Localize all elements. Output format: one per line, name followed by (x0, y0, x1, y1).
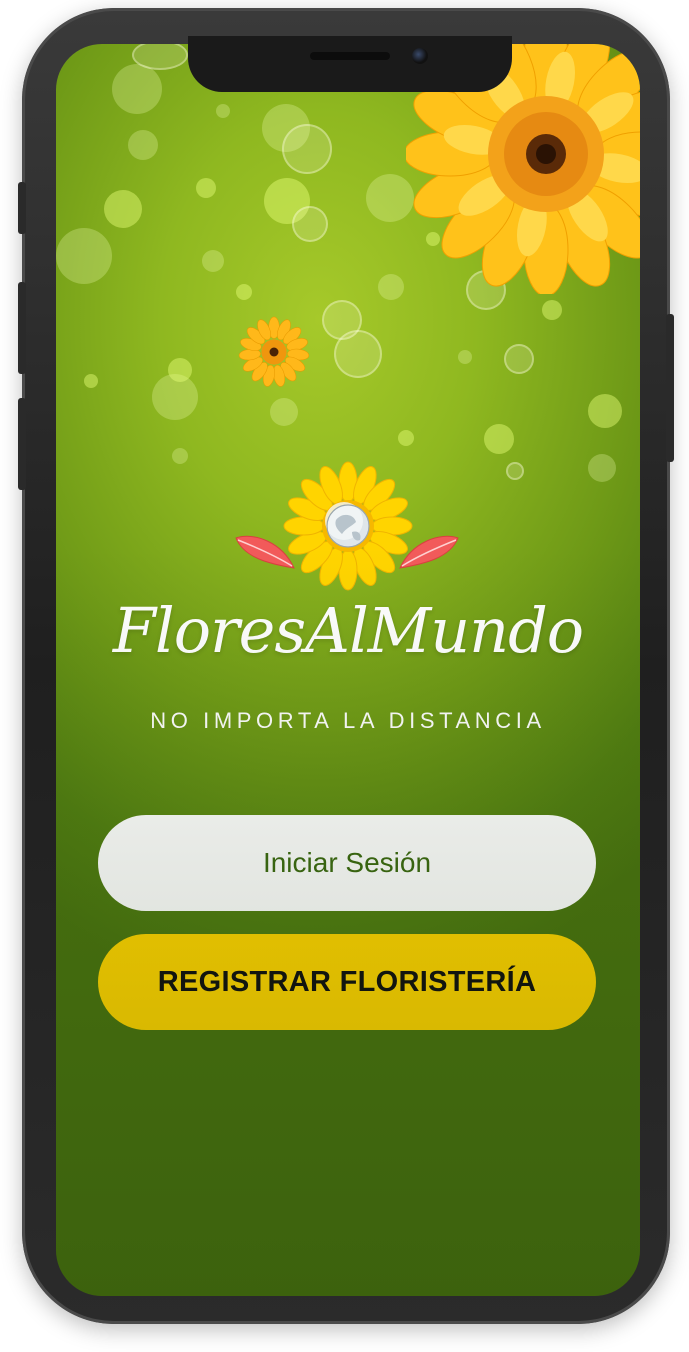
bokeh-light (132, 44, 188, 70)
login-button[interactable]: Iniciar Sesión (98, 815, 596, 911)
bokeh-light (112, 64, 162, 114)
bokeh-light (262, 104, 310, 152)
bokeh-light (378, 274, 404, 300)
bokeh-light (458, 350, 472, 364)
app-screen: FloresAlMundo NO IMPORTA LA DISTANCIA In… (56, 44, 640, 1296)
mute-switch (18, 182, 26, 234)
sunflower-globe-icon (283, 461, 413, 591)
bokeh-light (216, 104, 230, 118)
bokeh-light (322, 300, 362, 340)
tagline: NO IMPORTA LA DISTANCIA (150, 708, 546, 733)
camera-icon (412, 48, 428, 64)
bokeh-light (152, 374, 198, 420)
bokeh-light (84, 374, 98, 388)
bokeh-light (292, 206, 328, 242)
gerbera-flower-icon (238, 316, 310, 387)
speaker-grille (310, 52, 390, 60)
bokeh-light (504, 344, 534, 374)
bokeh-light (236, 284, 252, 300)
bokeh-light (128, 130, 158, 160)
bokeh-light (282, 124, 332, 174)
phone-notch (188, 36, 512, 92)
register-florist-button[interactable]: REGISTRAR FLORISTERÍA (98, 934, 596, 1030)
bokeh-light (168, 358, 192, 382)
bokeh-light (542, 300, 562, 320)
bokeh-light (484, 424, 514, 454)
brand-logo: FloresAlMundo NO IMPORTA LA DISTANCIA (56, 454, 640, 754)
bokeh-light (334, 330, 382, 378)
bokeh-light (196, 178, 216, 198)
bokeh-light (398, 430, 414, 446)
bokeh-light (270, 398, 298, 426)
volume-down-button (18, 398, 26, 490)
bokeh-light (202, 250, 224, 272)
bokeh-light (56, 228, 112, 284)
bokeh-light (588, 394, 622, 428)
bokeh-light (264, 178, 310, 224)
bokeh-light (104, 190, 142, 228)
power-button (666, 314, 674, 462)
volume-up-button (18, 282, 26, 374)
brand-name: FloresAlMundo (112, 594, 584, 667)
